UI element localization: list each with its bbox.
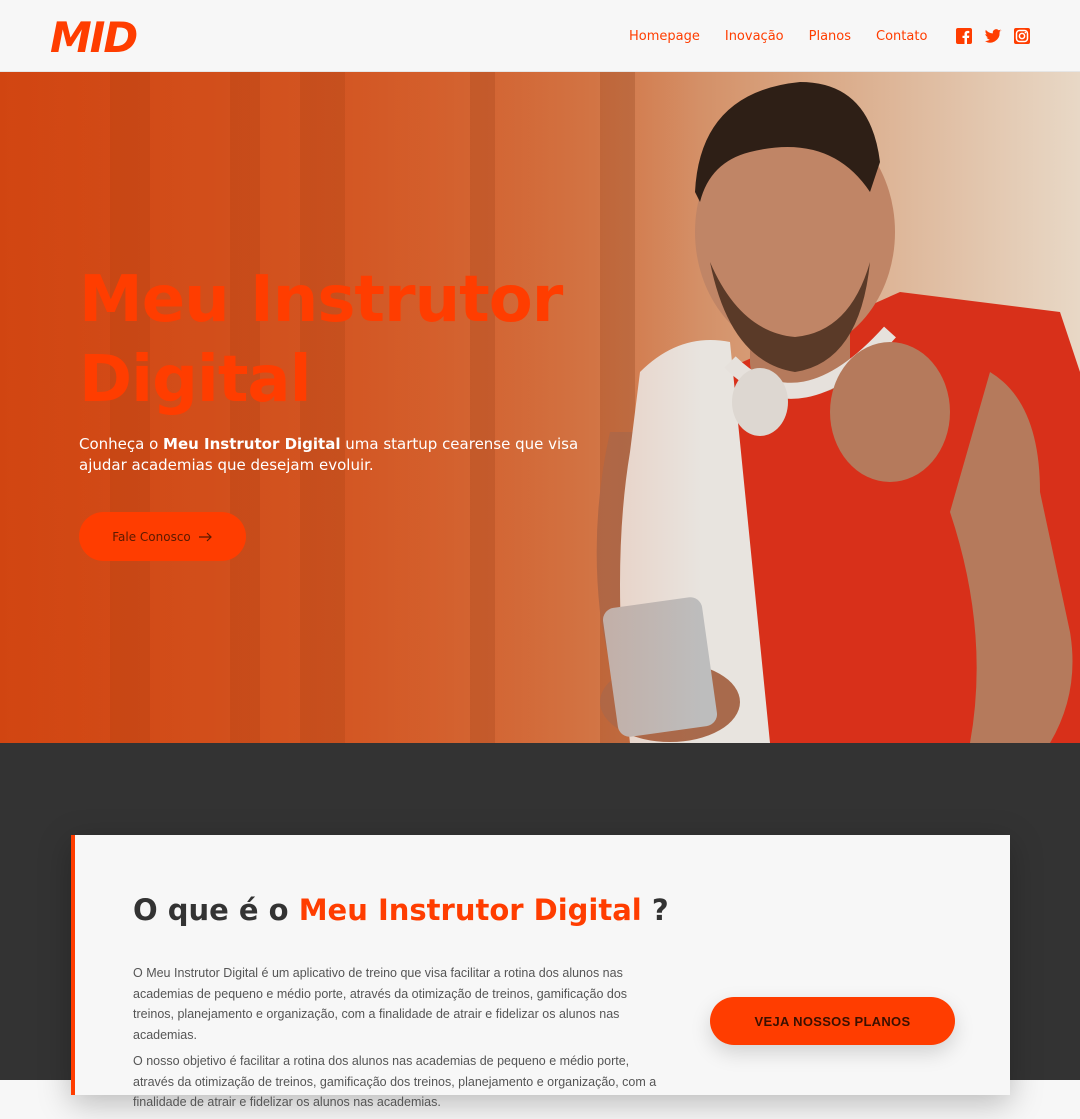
nav-item-inovacao[interactable]: Inovação (725, 29, 784, 44)
contact-button-label: Fale Conosco (112, 529, 191, 544)
about-card: O que é o Meu Instrutor Digital ? O Meu … (71, 835, 1010, 1109)
facebook-icon[interactable] (955, 27, 973, 45)
nav-item-planos[interactable]: Planos (809, 29, 851, 44)
about-title-prefix: O que é o (133, 893, 299, 927)
twitter-icon[interactable] (984, 27, 1002, 45)
instagram-icon[interactable] (1013, 27, 1031, 45)
contact-button[interactable]: Fale Conosco (79, 512, 246, 561)
see-plans-button[interactable]: VEJA NOSSOS PLANOS (710, 997, 955, 1045)
about-text: O Meu Instrutor Digital é um aplicativo … (133, 963, 663, 1119)
mid-logo[interactable]: MID (50, 14, 142, 58)
main-nav: Homepage Inovação Planos Contato (629, 0, 952, 72)
about-paragraph-1: O Meu Instrutor Digital é um aplicativo … (133, 966, 628, 1042)
nav-item-contato[interactable]: Contato (876, 29, 927, 44)
hero-description: Conheça o Meu Instrutor Digital uma star… (79, 434, 599, 476)
hero-section: Meu Instrutor Digital Conheça o Meu Inst… (0, 72, 1080, 743)
about-title-accent: Meu Instrutor Digital (298, 893, 642, 927)
see-plans-button-label: VEJA NOSSOS PLANOS (754, 1013, 911, 1029)
hero-title: Meu Instrutor Digital (79, 260, 599, 420)
hero-title-line2: Digital (79, 343, 312, 417)
nav-item-homepage[interactable]: Homepage (629, 29, 700, 44)
hero-title-line1: Meu Instrutor (79, 263, 563, 337)
site-header: MID Homepage Inovação Planos Contato (0, 0, 1080, 72)
about-title-suffix: ? (641, 893, 669, 927)
logo-text: MID (50, 14, 137, 58)
arrow-right-icon (198, 532, 212, 541)
about-paragraph-2: O nosso objetivo é facilitar a rotina do… (133, 1054, 657, 1109)
social-links (955, 27, 1031, 45)
hero-desc-bold: Meu Instrutor Digital (163, 435, 341, 453)
about-title: O que é o Meu Instrutor Digital ? (133, 893, 669, 927)
hero-desc-prefix: Conheça o (79, 435, 164, 453)
